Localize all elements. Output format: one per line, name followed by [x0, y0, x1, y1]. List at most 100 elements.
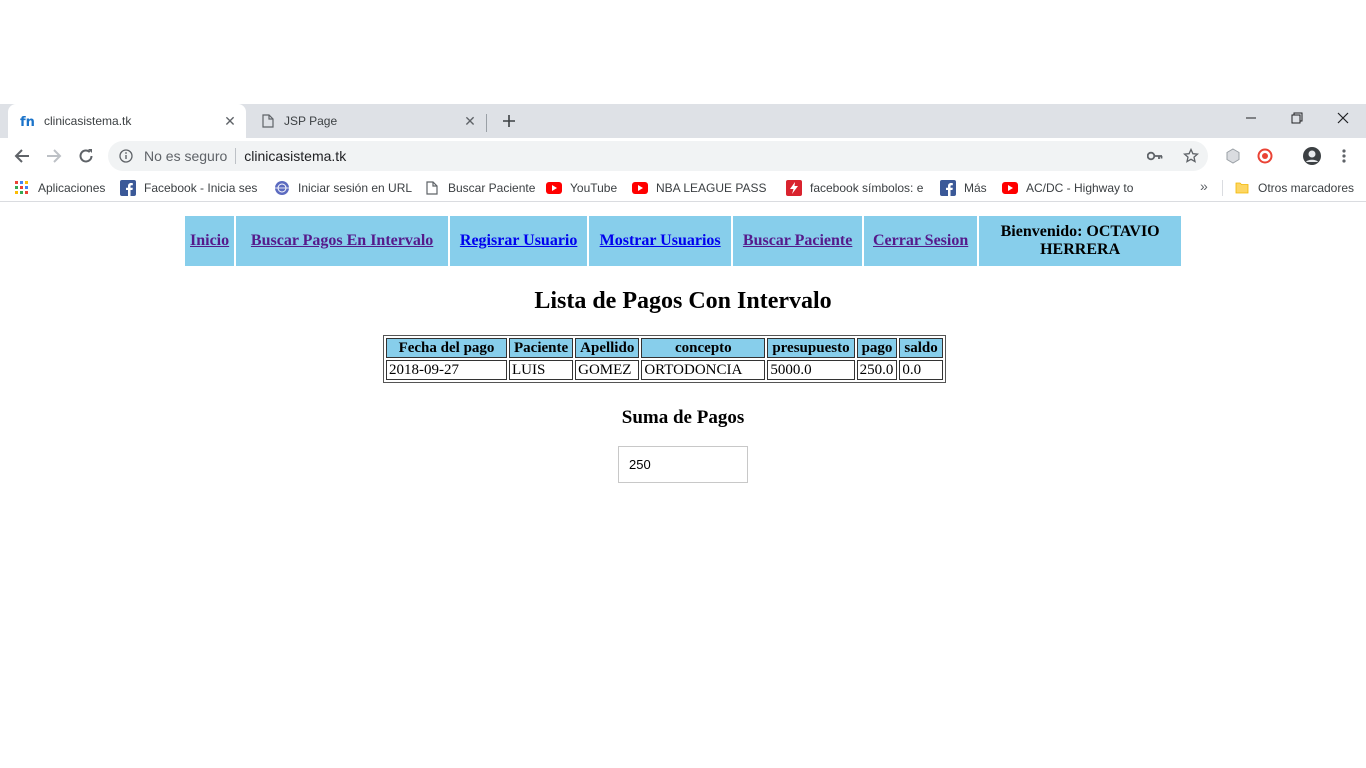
nav-link-inicio[interactable]: Inicio: [190, 232, 229, 249]
bookmark-label: facebook símbolos: e: [810, 181, 924, 195]
column-header: Apellido: [575, 338, 640, 358]
nav-inicio: Inicio: [185, 216, 235, 266]
bookmark-label: Aplicaciones: [38, 181, 106, 195]
apps-grid-icon: [14, 180, 30, 196]
key-icon[interactable]: [1143, 144, 1167, 168]
minimize-icon: [1246, 117, 1256, 119]
tab-title: JSP Page: [284, 114, 338, 128]
omnibox-divider: [235, 148, 237, 164]
table-cell: GOMEZ: [575, 360, 640, 380]
forward-arrow-icon: [47, 149, 62, 163]
forward-button[interactable]: [40, 142, 68, 170]
bookmarks-bar: Aplicaciones Facebook - Inicia sesi Inic…: [0, 174, 1366, 202]
info-icon[interactable]: [118, 148, 134, 164]
column-header: Paciente: [509, 338, 574, 358]
facebook-icon: [940, 180, 956, 196]
fn-logo-icon: fn: [20, 113, 36, 129]
nav-link-cerrar-sesion[interactable]: Cerrar Sesion: [873, 232, 968, 249]
bookmark-facebook[interactable]: Facebook - Inicia sesi: [120, 179, 258, 197]
sum-title: Suma de Pagos: [621, 407, 745, 428]
menu-dots-icon[interactable]: [1332, 144, 1356, 168]
bookmark-facebook-simbolos[interactable]: facebook símbolos: e: [786, 179, 926, 197]
flash-icon: [786, 180, 802, 196]
youtube-icon: [632, 180, 648, 196]
new-tab-button[interactable]: [498, 110, 520, 132]
table-cell: 2018-09-27: [386, 360, 507, 380]
extension-icon[interactable]: [1221, 144, 1245, 168]
bookmark-label: Iniciar sesión en URL: [298, 181, 413, 195]
table-cell: 5000.0: [767, 360, 855, 380]
page-icon: [260, 113, 276, 129]
nav-cerrar-sesion: Cerrar Sesion: [864, 216, 978, 266]
facebook-icon: [120, 180, 136, 196]
bookmarks-overflow-chevron-icon[interactable]: »: [1200, 178, 1208, 194]
bookmark-buscar-paciente[interactable]: Buscar Paciente: [424, 179, 536, 197]
bookmark-youtube[interactable]: YouTube: [546, 179, 622, 197]
page-title: Lista de Pagos Con Intervalo: [534, 288, 832, 314]
bookmarks-divider: [1222, 180, 1223, 196]
screen-top-area: [0, 0, 1366, 104]
star-icon[interactable]: [1179, 144, 1203, 168]
bookmark-label: YouTube: [570, 181, 618, 195]
tab-separator: [486, 114, 487, 132]
page-icon: [424, 180, 440, 196]
payments-table: Fecha del pago Paciente Apellido concept…: [383, 335, 946, 383]
nav-mostrar-usuarios: Mostrar Usuarios: [589, 216, 732, 266]
youtube-icon: [546, 180, 562, 196]
welcome-line-2: HERRERA: [1040, 241, 1121, 258]
table-header-row: Fecha del pago Paciente Apellido concept…: [386, 338, 943, 358]
tab-jsp-page[interactable]: JSP Page ✕: [248, 104, 486, 138]
reload-button[interactable]: [72, 142, 100, 170]
bookmark-label: NBA LEAGUE PASS H: [656, 181, 768, 195]
url-text[interactable]: clinicasistema.tk: [244, 148, 346, 164]
restore-button[interactable]: [1274, 104, 1320, 132]
table-cell: LUIS: [509, 360, 574, 380]
bookmark-label: Más: [964, 181, 987, 195]
column-header: pago: [856, 338, 898, 358]
nav-link-buscar-paciente[interactable]: Buscar Paciente: [743, 232, 852, 249]
reload-icon: [79, 149, 93, 163]
folder-icon: [1234, 180, 1250, 196]
plus-icon: [503, 115, 515, 127]
globe-icon: [274, 180, 290, 196]
restore-icon: [1291, 112, 1303, 124]
security-label: No es seguro: [144, 148, 228, 164]
table-row: 2018-09-27 LUIS GOMEZ ORTODONCIA 5000.0 …: [386, 360, 943, 380]
bookmark-iniciar-sesion[interactable]: Iniciar sesión en URL: [274, 179, 414, 197]
table-cell: 0.0: [899, 360, 943, 380]
column-header: concepto: [641, 338, 766, 358]
tab-clinicasistema[interactable]: fn clinicasistema.tk ✕: [8, 104, 246, 138]
column-header: saldo: [899, 338, 943, 358]
column-header: presupuesto: [767, 338, 855, 358]
bookmark-mas[interactable]: Más: [940, 179, 992, 197]
close-icon[interactable]: ✕: [222, 113, 238, 129]
nav-registrar-usuario: Regisrar Usuario: [450, 216, 588, 266]
minimize-button[interactable]: [1228, 104, 1274, 132]
tab-strip: fn clinicasistema.tk ✕ JSP Page ✕: [0, 104, 1366, 138]
tab-title: clinicasistema.tk: [44, 114, 132, 128]
browser-toolbar: No es seguro clinicasistema.tk: [0, 138, 1366, 174]
bookmark-aplicaciones[interactable]: Aplicaciones: [14, 179, 108, 197]
bookmark-nba-league-pass[interactable]: NBA LEAGUE PASS H: [632, 179, 768, 197]
profile-avatar-icon[interactable]: [1300, 144, 1324, 168]
close-window-button[interactable]: [1320, 104, 1366, 132]
bookmark-acdc[interactable]: AC/DC - Highway to: [1002, 179, 1138, 197]
nav-link-mostrar-usuarios[interactable]: Mostrar Usuarios: [600, 232, 721, 249]
bookmark-label: Buscar Paciente: [448, 181, 536, 195]
nav-link-buscar-pagos[interactable]: Buscar Pagos En Intervalo: [251, 232, 433, 249]
back-button[interactable]: [8, 142, 36, 170]
close-icon[interactable]: ✕: [462, 113, 478, 129]
nav-buscar-paciente: Buscar Paciente: [733, 216, 863, 266]
main-nav: Inicio Buscar Pagos En Intervalo Regisra…: [183, 214, 1183, 268]
bookmark-label: Facebook - Inicia sesi: [144, 181, 258, 195]
address-bar[interactable]: No es seguro clinicasistema.tk: [108, 141, 1208, 171]
close-icon: [1337, 112, 1349, 124]
nav-link-registrar-usuario[interactable]: Regisrar Usuario: [460, 232, 577, 249]
bookmark-label: Otros marcadores: [1258, 181, 1355, 195]
nav-buscar-pagos: Buscar Pagos En Intervalo: [236, 216, 449, 266]
record-extension-icon[interactable]: [1253, 144, 1277, 168]
welcome-line-1: Bienvenido: OCTAVIO: [1000, 223, 1160, 240]
back-arrow-icon: [14, 149, 29, 163]
sum-field[interactable]: 250: [618, 446, 748, 483]
bookmark-otros-marcadores[interactable]: Otros marcadores: [1234, 179, 1360, 197]
